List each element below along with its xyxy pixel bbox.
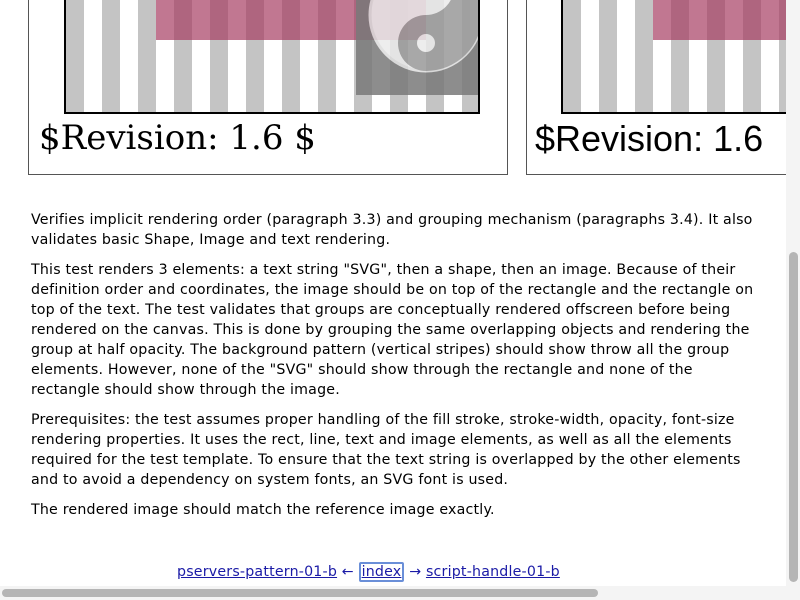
striped-background bbox=[64, 0, 480, 114]
stripe bbox=[138, 0, 156, 112]
description-paragraph: This test renders 3 elements: a text str… bbox=[31, 262, 754, 398]
description-paragraph: Verifies implicit rendering order (parag… bbox=[31, 212, 753, 248]
revision-label: $Revision: 1.6 $ bbox=[39, 118, 316, 158]
vertical-scrollbar[interactable] bbox=[786, 0, 800, 586]
stripe bbox=[66, 0, 84, 112]
stripe bbox=[635, 0, 653, 112]
description-paragraph: The rendered image should match the refe… bbox=[31, 502, 495, 518]
next-test-link[interactable]: script-handle-01-b bbox=[426, 564, 560, 580]
prev-test-link[interactable]: pservers-pattern-01-b bbox=[177, 564, 337, 580]
test-navigation: pservers-pattern-01-b ← index → script-h… bbox=[177, 562, 560, 582]
index-link[interactable]: index bbox=[358, 562, 405, 582]
semi-transparent-rectangle bbox=[653, 0, 800, 40]
stripe bbox=[599, 0, 617, 112]
striped-background bbox=[561, 0, 800, 114]
rendered-image-panel: $Revision: 1.6 bbox=[526, 0, 800, 175]
horizontal-scrollbar-thumb[interactable] bbox=[2, 589, 598, 597]
stripe bbox=[563, 0, 581, 112]
test-description: Verifies implicit rendering order (parag… bbox=[31, 210, 761, 530]
horizontal-scrollbar[interactable] bbox=[0, 586, 800, 600]
yin-yang-image bbox=[356, 0, 478, 95]
description-paragraph: Prerequisites: the test assumes proper h… bbox=[31, 412, 741, 488]
stripe bbox=[102, 0, 120, 112]
right-arrow-icon: → bbox=[409, 564, 422, 580]
revision-label: $Revision: 1.6 bbox=[535, 118, 764, 159]
left-arrow-icon: ← bbox=[341, 564, 354, 580]
reference-image-panel: $Revision: 1.6 $ bbox=[28, 0, 508, 175]
vertical-scrollbar-thumb[interactable] bbox=[789, 252, 798, 582]
yin-yang-icon bbox=[368, 0, 478, 73]
